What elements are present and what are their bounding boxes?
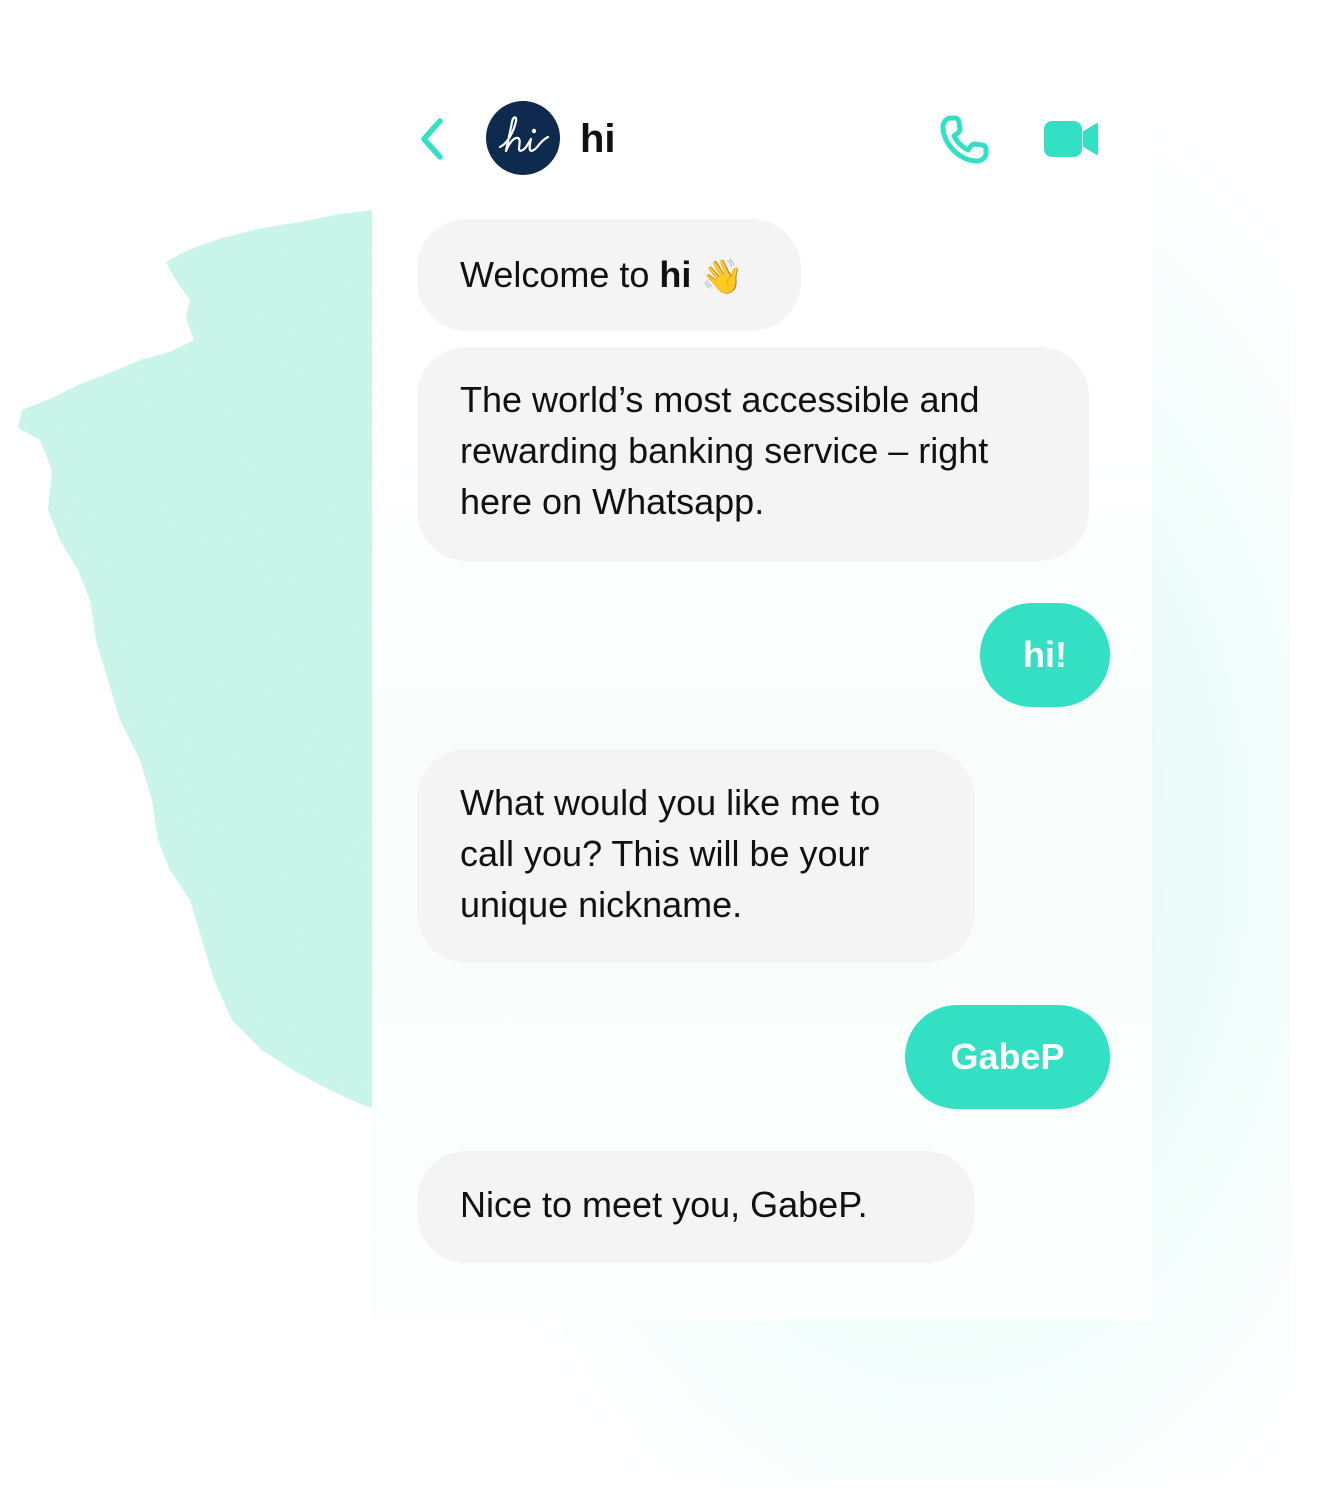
message-line: rewarding banking service – right bbox=[460, 430, 989, 471]
call-button[interactable] bbox=[938, 114, 990, 166]
hi-logo bbox=[498, 116, 550, 153]
message-incoming-nickname-prompt: What would you like me to call you? This… bbox=[417, 749, 975, 963]
message-line: The world’s most accessible and bbox=[460, 379, 980, 420]
brand-name: hi bbox=[659, 254, 692, 295]
message-line: call you? This will be your bbox=[460, 833, 870, 874]
avatar[interactable] bbox=[486, 101, 560, 175]
message-text: hi! bbox=[1023, 634, 1067, 675]
message-line: What would you like me to bbox=[460, 782, 881, 823]
video-camera-icon bbox=[1044, 121, 1098, 157]
message-outgoing-nickname: GabeP bbox=[905, 1005, 1110, 1109]
message-line: here on Whatsapp. bbox=[460, 481, 765, 522]
message-incoming-greeting: Nice to meet you, GabeP. bbox=[417, 1151, 975, 1263]
phone-icon bbox=[940, 115, 989, 164]
message-text: GabeP bbox=[950, 1036, 1065, 1077]
message-incoming-welcome: Welcome to hi 👋 bbox=[417, 219, 801, 331]
message-incoming-intro: The world’s most accessible and rewardin… bbox=[417, 347, 1089, 561]
message-text: Nice to meet you, GabeP. bbox=[460, 1184, 868, 1225]
chevron-left-icon bbox=[421, 118, 443, 160]
message-text: Welcome to bbox=[460, 254, 660, 295]
video-call-button[interactable] bbox=[1042, 118, 1100, 160]
message-outgoing-hi: hi! bbox=[980, 603, 1110, 707]
contact-name: hi bbox=[580, 117, 616, 161]
message-line: unique nickname. bbox=[460, 884, 743, 925]
back-button[interactable] bbox=[412, 115, 452, 163]
chat-screen: hi Welcome to hi 👋 The world’s most acce… bbox=[0, 0, 1335, 1500]
waving-hand-emoji: 👋 bbox=[701, 257, 744, 296]
